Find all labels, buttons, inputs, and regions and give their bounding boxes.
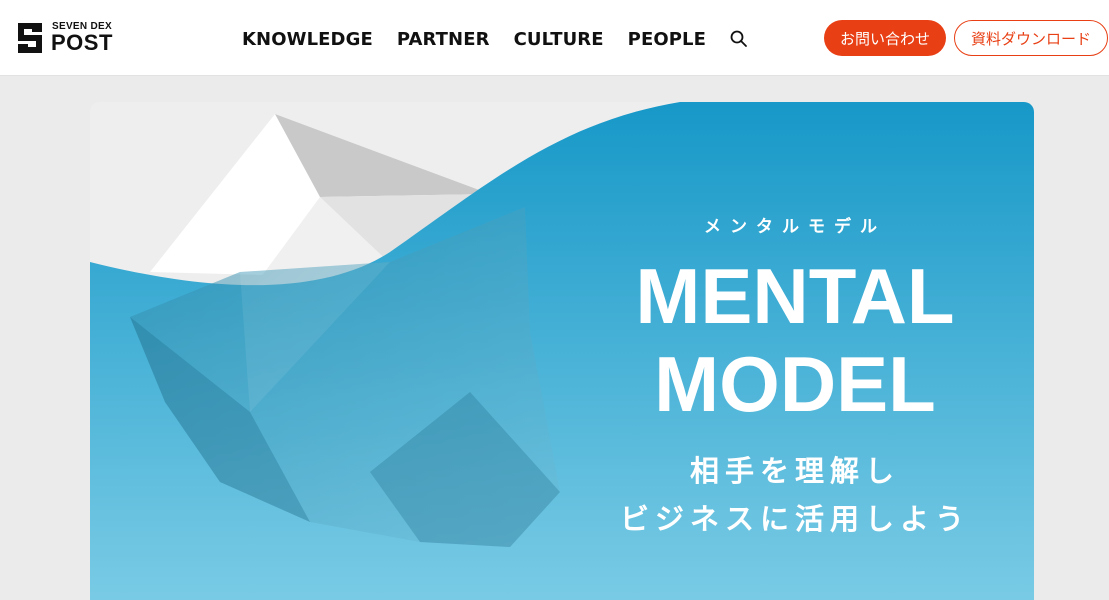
hero-title-line2: MODEL	[654, 340, 936, 428]
hero-subtitle-line1: 相手を理解し	[689, 454, 900, 488]
hero-title: MENTAL MODEL	[585, 252, 1005, 428]
logo-mark-icon	[18, 23, 42, 53]
site-header: SEVEN DEX POST KNOWLEDGE PARTNER CULTURE…	[0, 0, 1109, 76]
download-button[interactable]: 資料ダウンロード	[954, 20, 1108, 56]
hero-subtitle-line2: ビジネスに活用しよう	[619, 502, 970, 536]
logo-text: POST	[51, 30, 113, 55]
contact-button[interactable]: お問い合わせ	[824, 20, 946, 56]
nav-culture[interactable]: CULTURE	[514, 29, 604, 50]
hero-title-line1: MENTAL	[635, 252, 955, 340]
hero-subtitle: 相手を理解し ビジネスに活用しよう	[585, 447, 1005, 543]
search-icon[interactable]	[729, 29, 749, 49]
site-logo[interactable]: SEVEN DEX POST	[15, 20, 125, 56]
nav-knowledge[interactable]: KNOWLEDGE	[242, 29, 373, 50]
nav-people[interactable]: PEOPLE	[628, 29, 706, 50]
hero-banner[interactable]: メンタルモデル MENTAL MODEL 相手を理解し ビジネスに活用しよう	[90, 102, 1034, 600]
nav-partner[interactable]: PARTNER	[397, 29, 490, 50]
hero-ruby-text: メンタルモデル	[704, 217, 886, 237]
main-nav: KNOWLEDGE PARTNER CULTURE PEOPLE	[242, 26, 749, 52]
